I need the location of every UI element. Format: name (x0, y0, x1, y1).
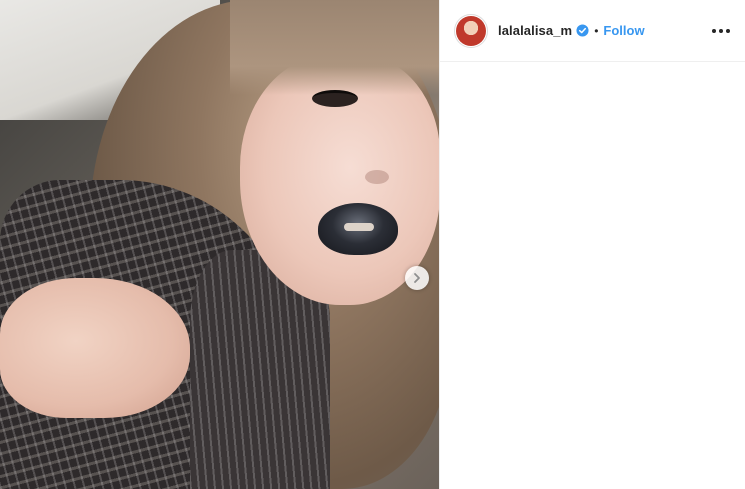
post-header: lalalalisa_m • Follow (440, 0, 745, 62)
photo-hand (0, 278, 190, 418)
carousel-next-button[interactable] (405, 266, 429, 290)
photo-dark-lips (318, 203, 398, 255)
ellipsis-icon-dot (719, 28, 723, 33)
photo-teeth (344, 223, 374, 231)
avatar[interactable] (454, 13, 488, 48)
photo-eye (312, 90, 358, 107)
more-options-button[interactable] (709, 19, 733, 43)
ellipsis-icon-dot (726, 28, 730, 33)
ellipsis-icon (712, 28, 716, 33)
separator-dot: • (594, 23, 599, 38)
post-photo[interactable] (0, 0, 439, 489)
photo-bangs (230, 0, 439, 95)
username-link[interactable]: lalalalisa_m (498, 23, 572, 38)
chevron-right-icon (414, 273, 420, 283)
post-side-panel: lalalalisa_m • Follow (439, 0, 745, 489)
follow-button[interactable]: Follow (603, 23, 644, 38)
verified-badge-icon (576, 24, 589, 37)
photo-nose (365, 170, 389, 184)
